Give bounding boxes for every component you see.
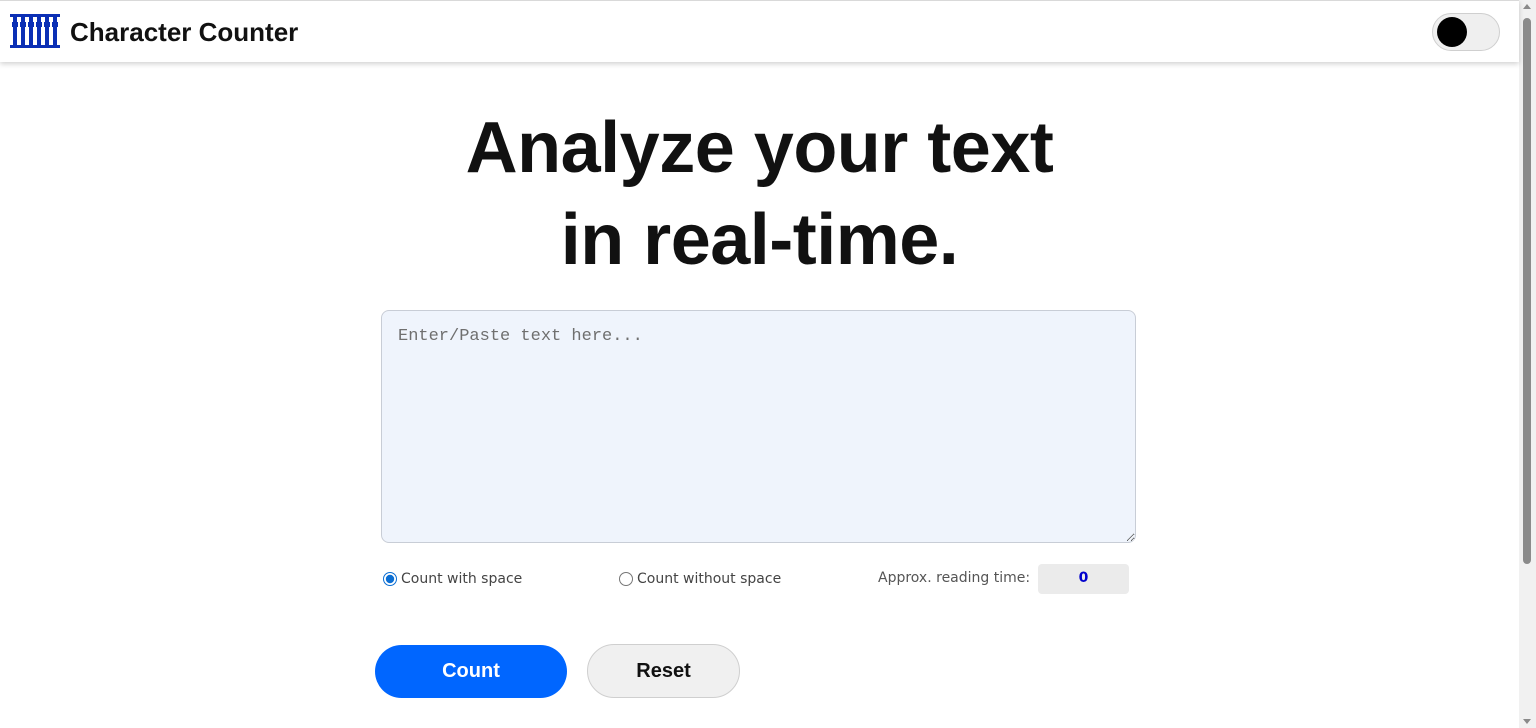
count-without-space-radio[interactable] [619, 572, 633, 586]
hero-heading: Analyze your text in real-time. [0, 102, 1519, 286]
count-without-space-label: Count without space [637, 571, 782, 587]
app-header: Character Counter [0, 0, 1519, 62]
reset-button[interactable]: Reset [587, 644, 740, 698]
abacus-icon [10, 14, 60, 48]
count-with-space-option[interactable]: Count with space [383, 568, 522, 590]
page: Character Counter Analyze your text in r… [0, 0, 1536, 728]
vertical-scrollbar[interactable] [1519, 0, 1536, 728]
app-title[interactable]: Character Counter [70, 17, 298, 47]
count-with-space-label: Count with space [401, 571, 523, 587]
scroll-thumb[interactable] [1523, 18, 1531, 564]
theme-toggle[interactable] [1432, 13, 1500, 51]
scroll-up-arrow-icon[interactable] [1523, 4, 1531, 9]
count-button[interactable]: Count [375, 645, 567, 698]
count-without-space-option[interactable]: Count without space [619, 568, 781, 590]
text-input[interactable] [381, 310, 1136, 543]
hero-line-1: Analyze your text [465, 108, 1054, 188]
count-with-space-radio[interactable] [383, 572, 397, 586]
hero-line-2: in real-time. [560, 200, 959, 280]
toggle-knob-icon [1437, 17, 1467, 47]
reading-time-value: 0 [1038, 564, 1129, 594]
reading-time-label: Approx. reading time: [878, 570, 1031, 586]
scroll-down-arrow-icon[interactable] [1523, 719, 1531, 724]
